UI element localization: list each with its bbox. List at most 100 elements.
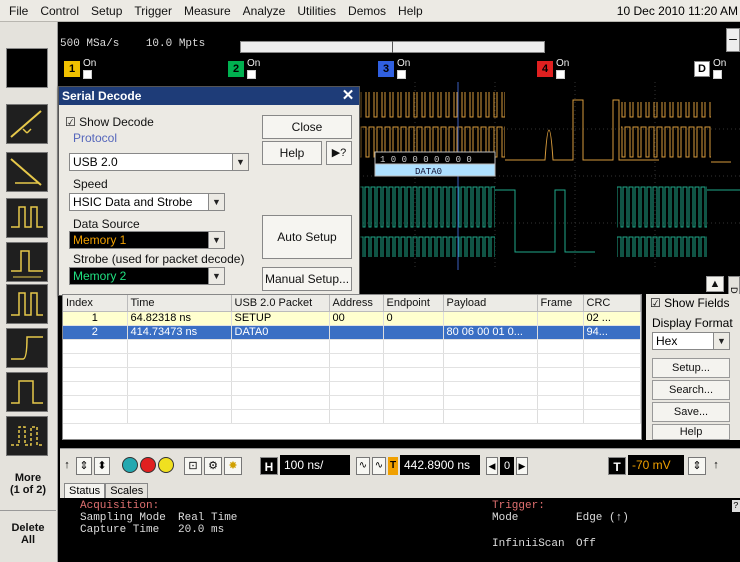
column-header[interactable]: Endpoint [383, 295, 444, 312]
trigger-level-stepper-icon[interactable]: ⇕ [688, 457, 706, 475]
column-header[interactable]: CRC [583, 295, 641, 312]
fine-adjust-icon[interactable]: ∿ [356, 457, 370, 475]
acquisition-title: Acquisition: [80, 500, 160, 512]
timebase-display[interactable]: 100 ns/ [280, 455, 350, 475]
channel-2-state: On [247, 58, 261, 69]
timeout-trigger-icon[interactable] [6, 416, 48, 456]
menu-measure[interactable]: Measure [178, 0, 237, 22]
cell-endpoint: 0 [383, 311, 444, 326]
tab-scales[interactable]: Scales [105, 483, 149, 498]
protocol-select[interactable]: USB 2.0 ▼ [69, 153, 249, 171]
pulse-width-trigger-icon[interactable] [6, 242, 48, 282]
run-state-indicator[interactable] [6, 48, 48, 88]
search-button[interactable]: Search... [652, 380, 730, 400]
channel-2-checkbox[interactable] [247, 70, 256, 79]
strobe-select[interactable]: Memory 2 ▼ [69, 267, 225, 285]
column-header[interactable]: Index [63, 295, 128, 312]
setup-hold-trigger-icon[interactable] [6, 328, 48, 368]
cell-index: 2 [63, 325, 128, 340]
menu-demos[interactable]: Demos [342, 0, 392, 22]
stop-icon[interactable] [140, 457, 156, 473]
show-decode-checkbox[interactable]: ☑ Show Decode [65, 115, 154, 129]
speed-select[interactable]: HSIC Data and Strobe ▼ [69, 193, 225, 211]
glitch-trigger-icon[interactable] [6, 198, 48, 238]
table-row[interactable]: 2 414.73473 ns DATA0 80 06 00 01 0... 94… [63, 325, 641, 340]
more-button[interactable]: More (1 of 2) [0, 472, 56, 496]
menu-file[interactable]: File [3, 0, 34, 22]
autoscale-icon[interactable]: ⊡ [184, 457, 202, 475]
marker-icon[interactable]: ↑ [62, 457, 72, 475]
minimize-icon[interactable]: – [726, 28, 740, 52]
channel-1-checkbox[interactable] [83, 70, 92, 79]
falling-edge-trigger-icon[interactable] [6, 152, 48, 192]
delete-all-button[interactable]: Delete All [0, 522, 56, 546]
column-header[interactable]: Payload [443, 295, 538, 312]
column-header[interactable]: Frame [537, 295, 584, 312]
menu-setup[interactable]: Setup [85, 0, 128, 22]
runt-trigger-icon[interactable] [6, 284, 48, 324]
channel-3-control[interactable]: 3 On [378, 58, 410, 80]
channel-2-control[interactable]: 2 On [228, 58, 260, 80]
clear-display-icon[interactable]: ⚙ [204, 457, 222, 475]
menu-utilities[interactable]: Utilities [291, 0, 342, 22]
speed-value: HSIC Data and Strobe [73, 195, 193, 209]
display-format-select[interactable]: Hex ▼ [652, 332, 730, 350]
table-header-row: Index Time USB 2.0 Packet Address Endpoi… [63, 295, 641, 312]
digital-channel-control[interactable]: D On [694, 58, 726, 80]
column-header[interactable]: Time [127, 295, 232, 312]
sample-rate: 500 MSa/s [60, 38, 120, 50]
window-trigger-icon[interactable] [6, 372, 48, 412]
infiniiscan-label: InfiniiScan [492, 538, 565, 550]
chevron-down-icon: ▼ [208, 194, 224, 210]
help-button[interactable]: Help [652, 424, 730, 440]
scroll-right-icon[interactable]: ▶ [516, 457, 528, 475]
close-button[interactable]: Close [262, 115, 352, 139]
channel-4-control[interactable]: 4 On [537, 58, 569, 80]
setup-button[interactable]: Setup... [652, 358, 730, 378]
tab-status[interactable]: Status [64, 483, 106, 498]
cell-frame [537, 311, 584, 326]
channel-3-checkbox[interactable] [397, 70, 406, 79]
trigger-pos-marker: T [388, 457, 398, 475]
column-header[interactable]: Address [329, 295, 384, 312]
waveform-display[interactable]: 1 0 0 0 0 0 0 0 0 DATA0 [355, 82, 740, 270]
protocol-group-label: Protocol [73, 131, 118, 145]
status-help-icon[interactable]: ? [732, 500, 740, 512]
run-icon[interactable] [122, 457, 138, 473]
table-row [63, 353, 641, 368]
digital-channel-checkbox[interactable] [713, 70, 722, 79]
dialog-titlebar[interactable]: Serial Decode ✕ [59, 87, 359, 105]
rising-edge-trigger-icon[interactable] [6, 104, 48, 144]
scroll-up-icon[interactable]: ▲ [706, 276, 724, 292]
scroll-left-icon[interactable]: ◀ [486, 457, 498, 475]
brightness-icon[interactable]: ✸ [224, 457, 242, 475]
channel-1-label: 1 [64, 61, 80, 77]
menu-control[interactable]: Control [34, 0, 85, 22]
context-help-icon[interactable]: ▶? [326, 141, 352, 165]
vertical-stepper-icon[interactable]: ⇕ [76, 457, 92, 475]
data-source-select[interactable]: Memory 1 ▼ [69, 231, 225, 249]
coarse-adjust-icon[interactable]: ∿ [372, 457, 386, 475]
cell-time: 414.73473 ns [127, 325, 232, 340]
menu-trigger[interactable]: Trigger [128, 0, 178, 22]
close-icon[interactable]: ✕ [340, 87, 356, 105]
trigger-position-display[interactable]: 442.8900 ns [400, 455, 480, 475]
show-fields-checkbox[interactable]: ☑ Show Fields [650, 296, 729, 310]
table-row[interactable]: 1 64.82318 ns SETUP 00 0 02 ... [63, 311, 641, 326]
trigger-slope-icon[interactable]: ↑ [710, 457, 722, 475]
channel-1-control[interactable]: 1 On [64, 58, 96, 80]
decode-packet-label: DATA0 [415, 167, 442, 177]
help-button[interactable]: Help [262, 141, 322, 165]
auto-setup-button[interactable]: Auto Setup [262, 215, 352, 259]
display-format-label: Display Format [652, 316, 733, 330]
channel-4-checkbox[interactable] [556, 70, 565, 79]
channel-2-label: 2 [228, 61, 244, 77]
horizontal-stepper-icon[interactable]: ⬍ [94, 457, 110, 475]
menu-help[interactable]: Help [392, 0, 429, 22]
menu-analyze[interactable]: Analyze [237, 0, 292, 22]
trigger-level-display[interactable]: -70 mV [628, 455, 684, 475]
manual-setup-button[interactable]: Manual Setup... [262, 267, 352, 291]
save-button[interactable]: Save... [652, 402, 730, 422]
single-icon[interactable] [158, 457, 174, 473]
column-header[interactable]: USB 2.0 Packet [231, 295, 330, 312]
